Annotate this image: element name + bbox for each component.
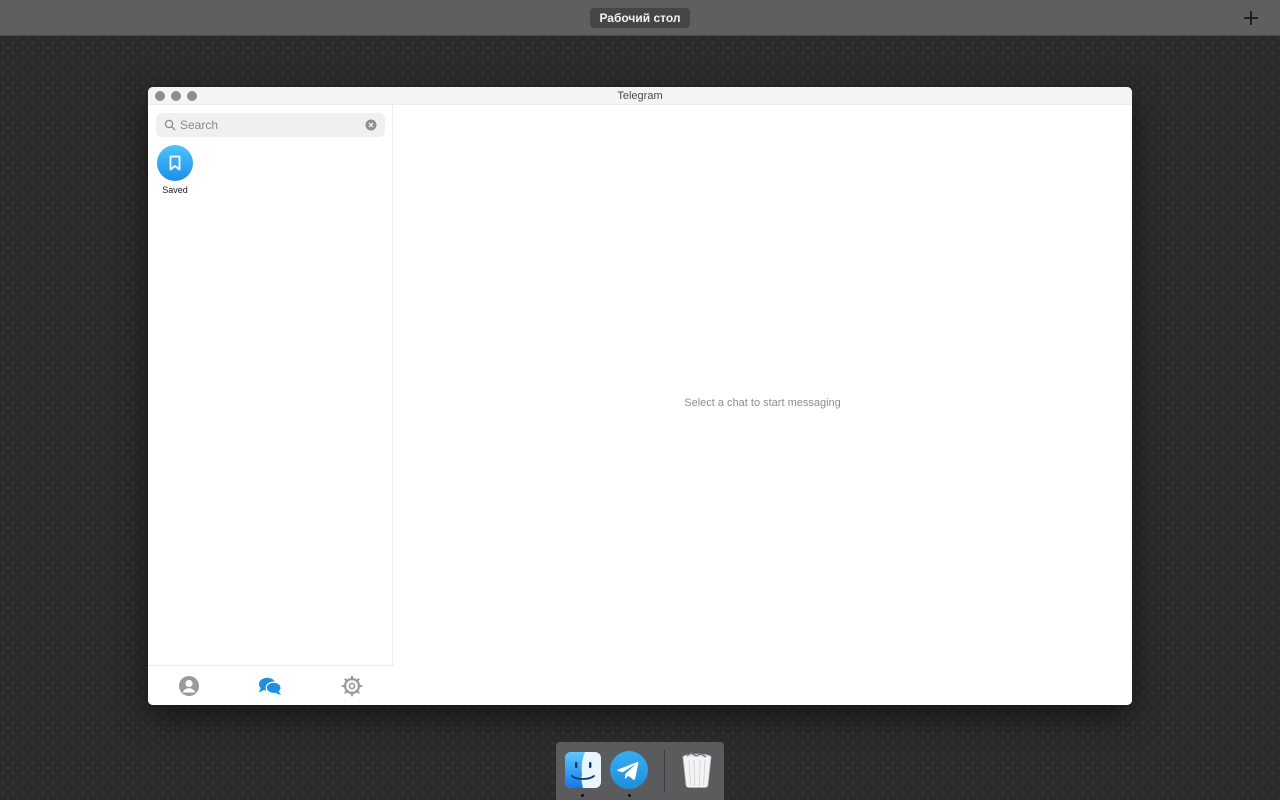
telegram-window: Telegram Saved [148,87,1132,705]
dock-finder[interactable] [563,750,603,790]
telegram-icon [610,751,648,789]
minimize-window-button[interactable] [171,91,181,101]
title-bar[interactable]: Telegram [148,87,1132,105]
saved-messages-chat[interactable]: Saved [156,145,194,201]
desktop-space-label[interactable]: Рабочий стол [590,8,690,28]
chat-bubbles-icon [258,677,282,696]
window-title: Telegram [617,90,663,102]
chat-sidebar: Saved [148,105,393,705]
close-window-button[interactable] [155,91,165,101]
finder-running-indicator [581,794,584,797]
finder-icon [565,752,601,788]
add-space-button[interactable] [1240,7,1262,29]
search-input[interactable] [180,113,360,137]
tab-contacts[interactable] [177,674,201,698]
dock-separator [664,750,665,792]
telegram-running-indicator [628,794,631,797]
zoom-window-button[interactable] [187,91,197,101]
chat-label: Saved [162,185,188,195]
tab-chats[interactable] [258,674,282,698]
dock [556,742,724,800]
search-icon [164,119,176,131]
bottom-tab-bar [148,665,393,705]
conversation-area: Select a chat to start messaging [393,105,1132,705]
trash-icon [682,752,712,788]
empty-state-message: Select a chat to start messaging [684,397,841,409]
search-box[interactable] [156,113,385,137]
saved-avatar [157,145,193,181]
tab-settings[interactable] [340,674,364,698]
gear-icon [341,675,363,697]
person-circle-icon [179,676,199,696]
clear-search-icon[interactable] [365,119,377,131]
bookmark-icon [169,155,181,171]
dock-trash[interactable] [677,750,717,790]
plus-icon [1244,11,1258,25]
dock-telegram[interactable] [609,750,649,790]
spaces-bar: Рабочий стол [0,0,1280,36]
